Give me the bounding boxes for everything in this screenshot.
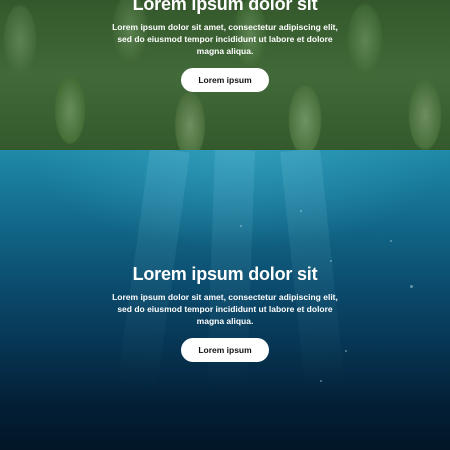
bubble (300, 210, 302, 212)
section-title: Lorem ipsum dolor sit (132, 264, 318, 284)
section-body-text: Lorem ipsum dolor sit amet, consectetur … (112, 22, 338, 56)
bubble (345, 350, 347, 352)
cta-button[interactable]: Lorem ipsum (181, 68, 269, 92)
bubble (410, 285, 413, 288)
hero-content: Lorem ipsum dolor sit Lorem ipsum dolor … (110, 263, 340, 362)
section-body-text: Lorem ipsum dolor sit amet, consectetur … (112, 292, 338, 326)
hero-section-leaves: Lorem ipsum dolor sit Lorem ipsum dolor … (0, 0, 450, 150)
bubble (320, 380, 322, 382)
section-title: Lorem ipsum dolor sit (132, 0, 318, 14)
cta-button[interactable]: Lorem ipsum (181, 338, 269, 362)
hero-content: Lorem ipsum dolor sit Lorem ipsum dolor … (110, 0, 340, 92)
bubble (330, 260, 332, 262)
hero-section-ocean: Lorem ipsum dolor sit Lorem ipsum dolor … (0, 150, 450, 450)
bubble (390, 240, 392, 242)
bubble (240, 225, 242, 227)
